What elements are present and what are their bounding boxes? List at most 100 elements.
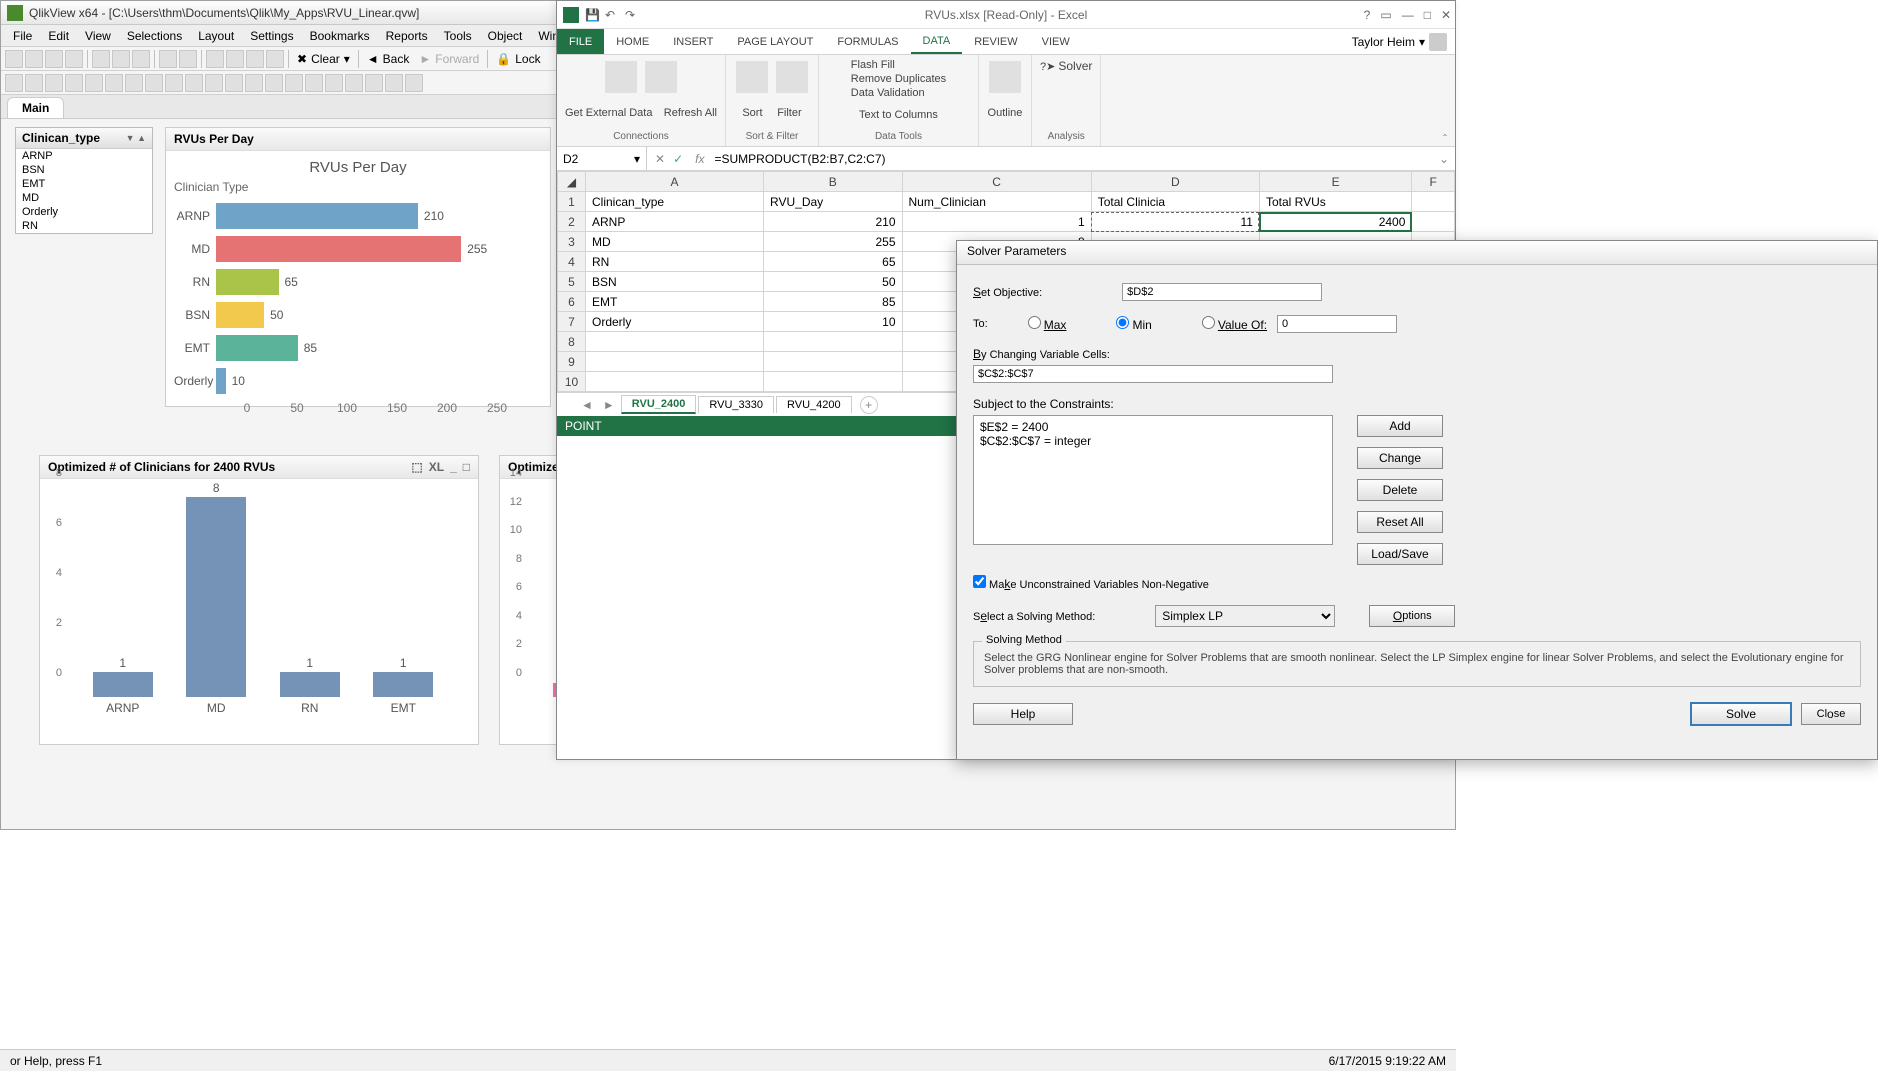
tb-lock-button[interactable]: 🔒 Lock	[492, 52, 544, 66]
cell[interactable]: BSN	[586, 272, 764, 292]
list-item[interactable]: EMT	[16, 177, 152, 191]
name-box[interactable]: D2▾	[557, 147, 647, 170]
list-item[interactable]: ARNP	[16, 149, 152, 163]
tb2-icon[interactable]	[285, 74, 303, 92]
tb2-icon[interactable]	[185, 74, 203, 92]
cell[interactable]	[764, 352, 902, 372]
tab-review[interactable]: REVIEW	[962, 29, 1029, 54]
qv-tab-main[interactable]: Main	[7, 97, 64, 118]
maximize-icon[interactable]: □	[463, 460, 470, 474]
close-icon[interactable]: ✕	[1441, 8, 1451, 22]
user-menu[interactable]: Taylor Heim▾	[1344, 33, 1455, 51]
row-header[interactable]: 3	[558, 232, 586, 252]
cell[interactable]: Total RVUs	[1259, 192, 1411, 212]
sort-icon[interactable]	[736, 61, 768, 93]
radio-valueof[interactable]: Value Of:	[1202, 316, 1267, 332]
tb-open-icon[interactable]	[25, 50, 43, 68]
menu-edit[interactable]: Edit	[40, 29, 77, 43]
menu-settings[interactable]: Settings	[242, 29, 301, 43]
menu-object[interactable]: Object	[480, 29, 531, 43]
sheet-tab[interactable]: RVU_2400	[621, 395, 697, 414]
row-header[interactable]: 5	[558, 272, 586, 292]
tb2-icon[interactable]	[145, 74, 163, 92]
tb2-icon[interactable]	[45, 74, 63, 92]
solver-button[interactable]: ?➤ Solver	[1040, 59, 1092, 73]
change-constraint-button[interactable]: Change	[1357, 447, 1443, 469]
select-all[interactable]: ◢	[558, 172, 586, 192]
tb2-icon[interactable]	[225, 74, 243, 92]
cell[interactable]: 10	[764, 312, 902, 332]
tab-insert[interactable]: INSERT	[661, 29, 725, 54]
tb2-icon[interactable]	[385, 74, 403, 92]
formula-input[interactable]: =SUMPRODUCT(B2:B7,C2:C7)	[708, 152, 1432, 166]
fx-icon[interactable]: fx	[691, 152, 708, 166]
minimize-icon[interactable]: _	[450, 460, 457, 474]
tb2-icon[interactable]	[165, 74, 183, 92]
add-constraint-button[interactable]: Add	[1357, 415, 1443, 437]
delete-constraint-button[interactable]: Delete	[1357, 479, 1443, 501]
help-button[interactable]: Help	[973, 703, 1073, 725]
menu-bookmarks[interactable]: Bookmarks	[302, 29, 378, 43]
export-xl-icon[interactable]: XL	[429, 460, 444, 474]
cell[interactable]: 1	[902, 212, 1091, 232]
cell[interactable]: 255	[764, 232, 902, 252]
flash-fill-button[interactable]: Flash Fill	[851, 59, 895, 71]
cell[interactable]: Total Clinicia	[1091, 192, 1259, 212]
tab-pagelayout[interactable]: PAGE LAYOUT	[725, 29, 825, 54]
cell[interactable]: 85	[764, 292, 902, 312]
menu-tools[interactable]: Tools	[436, 29, 480, 43]
collapse-ribbon-icon[interactable]: ˆ	[1435, 55, 1455, 146]
tab-data[interactable]: DATA	[911, 29, 963, 54]
tb-clear-button[interactable]: ✖ Clear ▾	[293, 52, 354, 66]
row-header[interactable]: 9	[558, 352, 586, 372]
solve-button[interactable]: Solve	[1691, 703, 1791, 725]
changing-cells-input[interactable]	[973, 365, 1333, 383]
undo-icon[interactable]: ↶	[605, 8, 619, 22]
restore-icon[interactable]: □	[1424, 8, 1431, 22]
tb2-icon[interactable]	[85, 74, 103, 92]
cell[interactable]: RVU_Day	[764, 192, 902, 212]
sheet-tab[interactable]: RVU_3330	[698, 396, 774, 413]
tb2-icon[interactable]	[345, 74, 363, 92]
tab-formulas[interactable]: FORMULAS	[825, 29, 910, 54]
listbox-clinician-type[interactable]: Clinican_type ▼ ▲ ARNP BSN EMT MD Orderl…	[15, 127, 153, 234]
load-save-button[interactable]: Load/Save	[1357, 543, 1443, 565]
list-item[interactable]: BSN	[16, 163, 152, 177]
expand-formula-icon[interactable]: ⌄	[1433, 152, 1455, 166]
tb-reload-icon[interactable]	[92, 50, 110, 68]
data-validation-button[interactable]: Data Validation	[851, 87, 925, 99]
filter-icon[interactable]	[776, 61, 808, 93]
outline-icon[interactable]	[989, 61, 1021, 93]
solving-method-select[interactable]: Simplex LP	[1155, 605, 1335, 627]
chart-rvus-per-day[interactable]: RVUs Per Day RVUs Per Day Clinician Type…	[165, 127, 551, 407]
row-header[interactable]: 6	[558, 292, 586, 312]
cell[interactable]: Num_Clinician	[902, 192, 1091, 212]
save-icon[interactable]: 💾	[585, 8, 599, 22]
tb-search-icon[interactable]	[159, 50, 177, 68]
remove-duplicates-button[interactable]: Remove Duplicates	[851, 73, 946, 85]
cell-active[interactable]: 11	[1091, 212, 1259, 232]
options-button[interactable]: Options	[1369, 605, 1455, 627]
reset-all-button[interactable]: Reset All	[1357, 511, 1443, 533]
cell[interactable]	[586, 372, 764, 392]
tb2-icon[interactable]	[245, 74, 263, 92]
menu-view[interactable]: View	[77, 29, 119, 43]
cell[interactable]: 50	[764, 272, 902, 292]
cell[interactable]: ARNP	[586, 212, 764, 232]
tb2-icon[interactable]	[305, 74, 323, 92]
tab-home[interactable]: HOME	[604, 29, 661, 54]
tb-save-icon[interactable]	[45, 50, 63, 68]
constraint-item[interactable]: $E$2 = 2400	[980, 420, 1326, 434]
cell[interactable]: RN	[586, 252, 764, 272]
help-icon[interactable]: ?	[1364, 8, 1371, 22]
tb-new-icon[interactable]	[5, 50, 23, 68]
tb2-icon[interactable]	[265, 74, 283, 92]
tb2-icon[interactable]	[325, 74, 343, 92]
cell[interactable]: Orderly	[586, 312, 764, 332]
tab-file[interactable]: FILE	[557, 29, 604, 54]
detach-icon[interactable]: ⬚	[411, 460, 422, 474]
row-header[interactable]: 8	[558, 332, 586, 352]
tb-back-button[interactable]: ◄ Back	[363, 52, 414, 66]
tb-print-icon[interactable]	[65, 50, 83, 68]
cell[interactable]: EMT	[586, 292, 764, 312]
